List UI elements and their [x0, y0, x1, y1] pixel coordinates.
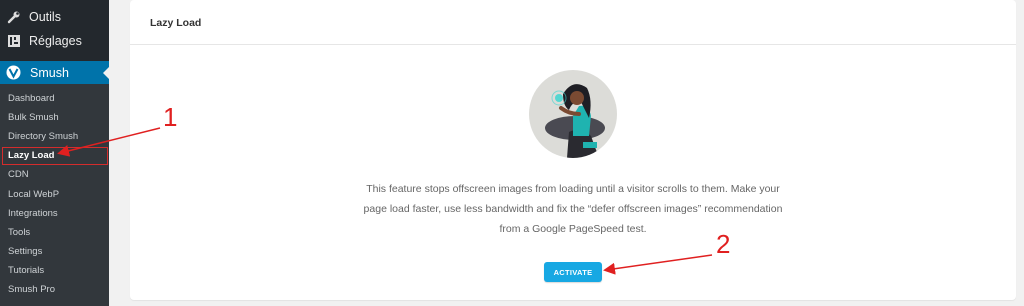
submenu-item-settings[interactable]: Settings — [8, 246, 42, 258]
lazy-load-illustration — [529, 70, 617, 158]
settings-grid-icon — [7, 34, 21, 48]
annotation-step-2: 2 — [716, 229, 731, 259]
menu-item-smush[interactable]: Smush — [0, 61, 109, 84]
smush-submenu: Dashboard Bulk Smush Directory Smush Laz… — [0, 84, 109, 306]
description-line: from a Google PageSpeed test. — [499, 223, 647, 235]
menu-item-reglages[interactable]: Réglages — [0, 30, 109, 52]
submenu-item-cdn[interactable]: CDN — [8, 169, 29, 181]
card-divider — [130, 44, 1016, 45]
submenu-item-bulk-smush[interactable]: Bulk Smush — [8, 112, 59, 124]
wrench-icon — [7, 10, 21, 24]
card-title: Lazy Load — [150, 17, 202, 29]
description-line: This feature stops offscreen images from… — [366, 183, 780, 195]
smush-logo-icon — [6, 65, 21, 80]
submenu-item-directory-smush[interactable]: Directory Smush — [8, 131, 78, 143]
submenu-item-tutorials[interactable]: Tutorials — [8, 265, 44, 277]
current-menu-arrow — [103, 67, 109, 79]
activate-button[interactable]: ACTIVATE — [544, 262, 602, 282]
submenu-item-dashboard[interactable]: Dashboard — [8, 93, 54, 105]
menu-item-outils[interactable]: Outils — [0, 6, 109, 28]
annotation-highlight-box — [2, 147, 108, 165]
menu-item-label: Smush — [30, 65, 69, 80]
description-line: page load faster, use less bandwidth and… — [363, 203, 783, 215]
submenu-item-local-webp[interactable]: Local WebP — [8, 189, 59, 201]
lazy-load-card: Lazy Load This feature stops offscreen i… — [130, 0, 1016, 300]
annotation-step-1: 1 — [163, 102, 178, 132]
menu-item-label: Outils — [29, 10, 61, 24]
submenu-item-smush-pro[interactable]: Smush Pro — [8, 284, 55, 296]
submenu-item-integrations[interactable]: Integrations — [8, 208, 58, 220]
menu-item-label: Réglages — [29, 34, 82, 48]
submenu-item-tools[interactable]: Tools — [8, 227, 30, 239]
feature-description: This feature stops offscreen images from… — [348, 179, 798, 239]
